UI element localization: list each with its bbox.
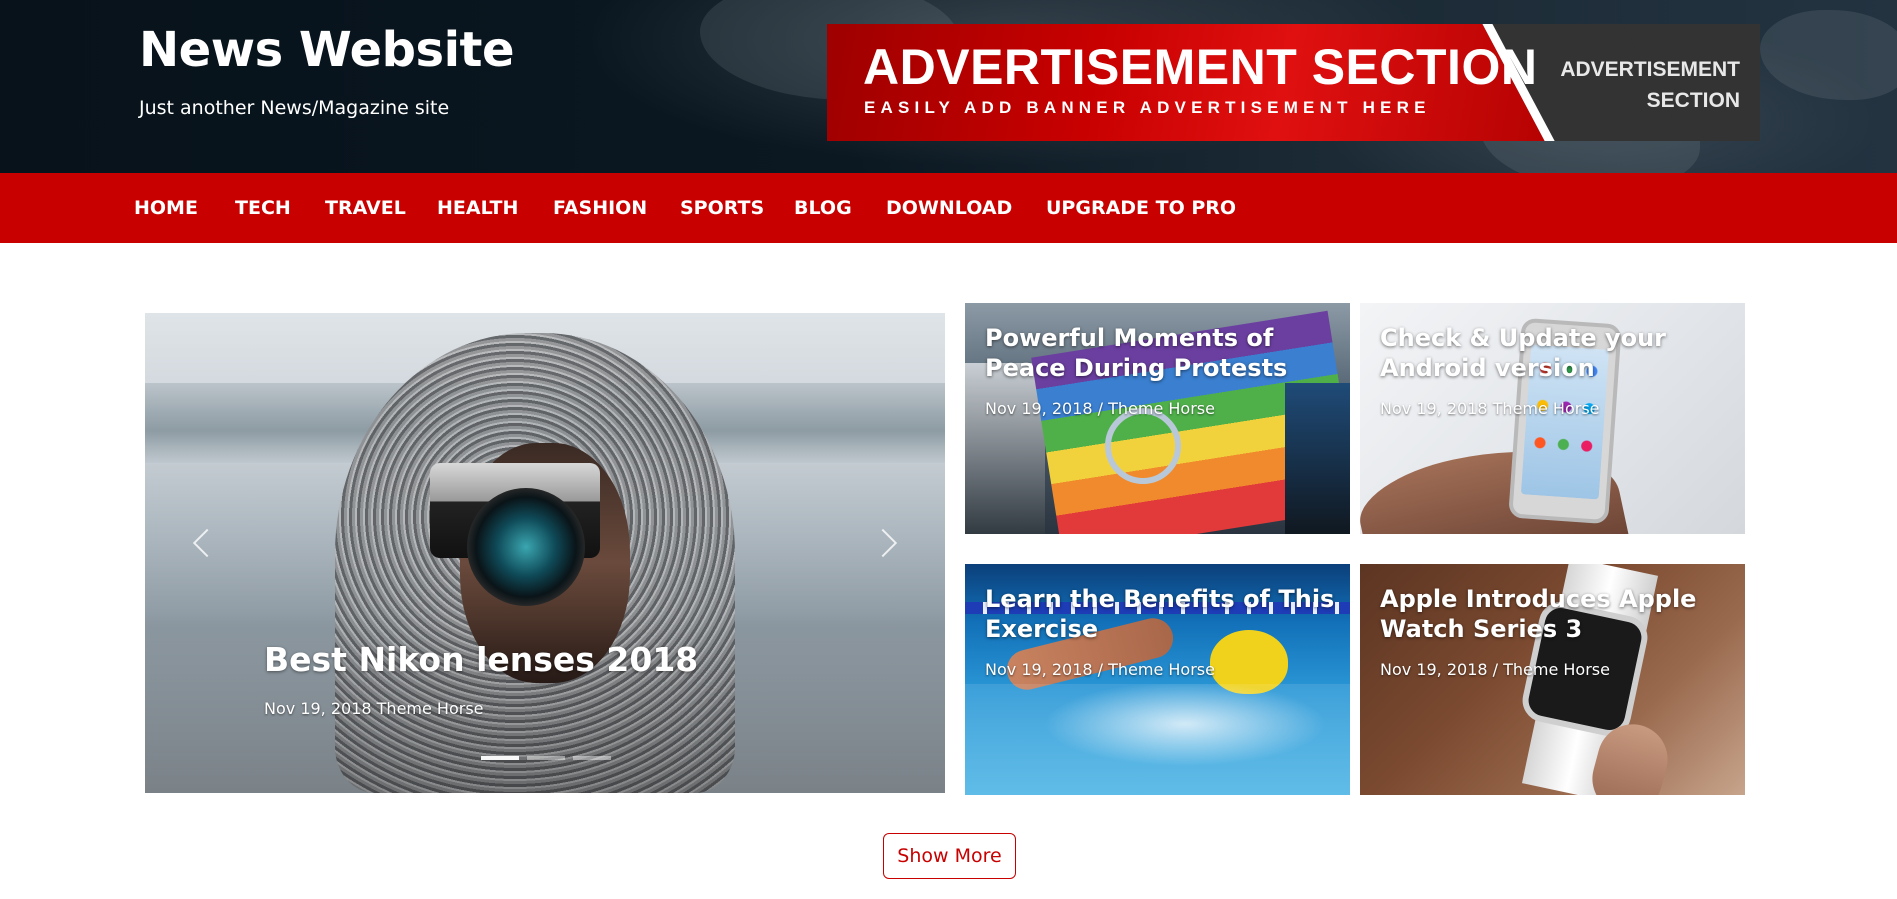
card-image-crowd <box>1285 383 1350 534</box>
nav-item-travel[interactable]: TRAVEL <box>325 173 406 243</box>
post-card[interactable]: Check & Update your Android version Nov … <box>1360 303 1745 534</box>
slider-title[interactable]: Best Nikon lenses 2018 <box>264 640 698 679</box>
nav-item-upgrade-to-pro[interactable]: UPGRADE TO PRO <box>1046 173 1236 243</box>
nav-item-blog[interactable]: BLOG <box>794 173 852 243</box>
site-title[interactable]: News Website <box>139 22 515 78</box>
slider-dot[interactable] <box>573 756 611 760</box>
slider-dot[interactable] <box>481 756 519 760</box>
card-title[interactable]: Apple Introduces Apple Watch Series 3 <box>1380 584 1730 644</box>
post-card[interactable]: Apple Introduces Apple Watch Series 3 No… <box>1360 564 1745 795</box>
main-navigation: HOME TECH TRAVEL HEALTH FASHION SPORTS B… <box>0 173 1897 243</box>
show-more-button[interactable]: Show More <box>883 833 1016 879</box>
camera-lens-icon <box>467 488 585 606</box>
post-card[interactable]: Learn the Benefits of This Exercise Nov … <box>965 564 1350 795</box>
ad-side-text: ADVERTISEMENT SECTION <box>1550 54 1740 116</box>
featured-slider[interactable]: Best Nikon lenses 2018 Nov 19, 2018 Them… <box>145 313 945 793</box>
card-image-splash <box>965 684 1350 795</box>
post-card[interactable]: Powerful Moments of Peace During Protest… <box>965 303 1350 534</box>
slider-meta: Nov 19, 2018 Theme Horse <box>264 699 484 718</box>
ad-side-line: ADVERTISEMENT <box>1560 58 1740 81</box>
slider-dot[interactable] <box>527 756 565 760</box>
nav-item-home[interactable]: HOME <box>134 173 198 243</box>
chevron-right-icon[interactable] <box>868 528 898 558</box>
card-meta: Nov 19, 2018 / Theme Horse <box>1380 660 1610 679</box>
card-meta: Nov 19, 2018 / Theme Horse <box>985 660 1215 679</box>
site-header: News Website Just another News/Magazine … <box>0 0 1897 173</box>
advertisement-banner[interactable]: ADVERTISEMENT SECTION EASILY ADD BANNER … <box>827 24 1760 141</box>
world-map-decoration <box>1760 10 1897 100</box>
slider-pagination <box>481 756 611 760</box>
peace-sign-icon <box>1105 408 1181 484</box>
nav-item-sports[interactable]: SPORTS <box>680 173 764 243</box>
ad-title: ADVERTISEMENT SECTION <box>863 39 1538 95</box>
ad-side-line: SECTION <box>1646 89 1740 112</box>
nav-item-download[interactable]: DOWNLOAD <box>886 173 1012 243</box>
chevron-left-icon[interactable] <box>192 528 222 558</box>
card-meta: Nov 19, 2018 / Theme Horse <box>985 399 1215 418</box>
card-image-crowd <box>965 363 1045 534</box>
card-title[interactable]: Check & Update your Android version <box>1380 323 1730 383</box>
nav-item-tech[interactable]: TECH <box>235 173 291 243</box>
card-title[interactable]: Powerful Moments of Peace During Protest… <box>985 323 1335 383</box>
card-title[interactable]: Learn the Benefits of This Exercise <box>985 584 1335 644</box>
card-meta: Nov 19, 2018 Theme Horse <box>1380 399 1600 418</box>
ad-subtitle: EASILY ADD BANNER ADVERTISEMENT HERE <box>864 98 1431 117</box>
nav-item-fashion[interactable]: FASHION <box>553 173 647 243</box>
site-tagline: Just another News/Magazine site <box>139 97 450 119</box>
nav-item-health[interactable]: HEALTH <box>437 173 518 243</box>
